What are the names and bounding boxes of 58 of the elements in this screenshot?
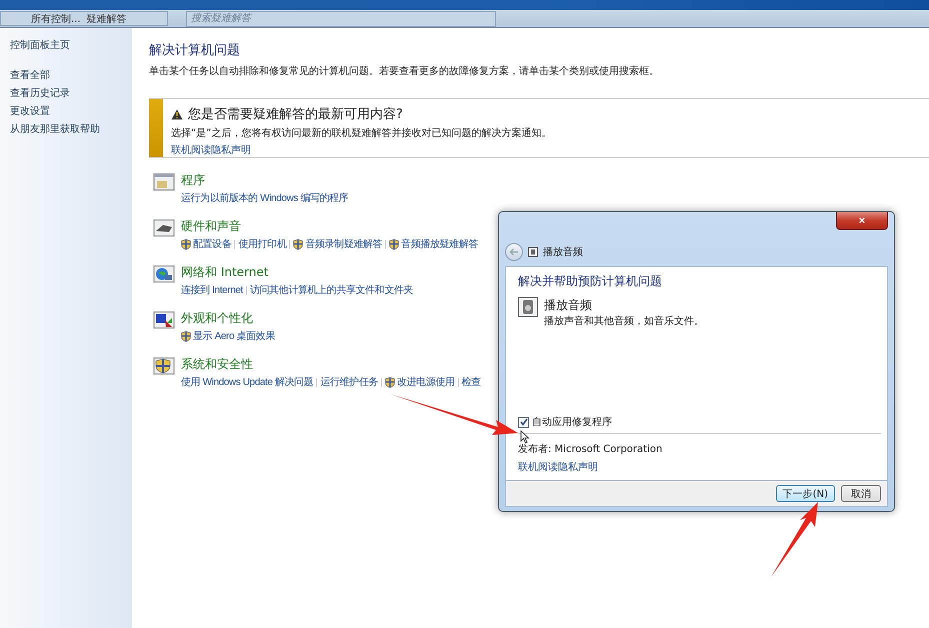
category-title[interactable]: 系统和安全性: [181, 356, 481, 373]
close-button[interactable]: ×: [836, 212, 888, 230]
security-shield-icon: [153, 356, 175, 376]
item-description: 播放声音和其他音频，如音乐文件。: [544, 314, 704, 328]
checkbox[interactable]: [518, 416, 529, 428]
task-link[interactable]: 音频录制疑难解答: [293, 237, 382, 251]
task-link[interactable]: 改进电源使用: [384, 375, 455, 389]
appearance-icon: [153, 310, 175, 330]
sidebar-link[interactable]: 控制面板主页: [10, 38, 132, 52]
cancel-button[interactable]: 取消: [841, 485, 881, 502]
warning-icon: [171, 108, 183, 120]
next-button[interactable]: 下一步(N): [776, 485, 835, 502]
shield-icon: [384, 376, 395, 388]
task-link[interactable]: 音频播放疑难解答: [389, 237, 478, 251]
shield-icon: [293, 238, 304, 250]
category-title[interactable]: 程序: [181, 172, 348, 189]
task-link[interactable]: 显示 Aero 桌面效果: [181, 329, 275, 343]
category-title[interactable]: 硬件和声音: [181, 218, 478, 235]
task-link[interactable]: 运行维护任务: [320, 375, 378, 389]
address-bar[interactable]: 所有控制... 疑难解答: [0, 11, 168, 26]
page-title: 解决计算机问题: [149, 42, 241, 59]
privacy-link[interactable]: 联机阅读隐私声明: [171, 143, 552, 157]
task-link[interactable]: 运行为以前版本的 Windows 编写的程序: [181, 191, 348, 205]
task-link[interactable]: 访问其他计算机上的共享文件和文件夹: [250, 283, 414, 297]
task-link[interactable]: 配置设备: [181, 237, 232, 251]
sidebar-link[interactable]: 更改设置: [10, 104, 132, 118]
notice-title: 您是否需要疑难解答的最新可用内容?: [188, 106, 403, 123]
item-title: 播放音频: [544, 297, 593, 314]
task-link[interactable]: 使用打印机: [238, 237, 286, 251]
notice-text: 选择“是”之后，您将有权访问最新的联机疑难解答并接收对已知问题的解决方案通知。: [171, 126, 552, 140]
sidebar-link[interactable]: 查看全部: [10, 68, 132, 82]
sidebar-link[interactable]: 从朋友那里获取帮助: [10, 122, 132, 136]
task-link[interactable]: 检查: [462, 375, 481, 389]
network-globe-icon: [153, 264, 175, 284]
program-window-icon: [153, 172, 175, 192]
speaker-icon: [528, 246, 538, 256]
publisher-text: 发布者: Microsoft Corporation: [518, 442, 664, 456]
dialog-title: 播放音频: [543, 246, 583, 258]
notice-accent-bar: [149, 99, 163, 157]
mouse-cursor-icon: [520, 430, 530, 444]
dialog-heading: 解决并帮助预防计算机问题: [518, 273, 663, 290]
breadcrumb[interactable]: 所有控制...: [31, 12, 81, 26]
checkbox-label[interactable]: 自动应用修复程序: [532, 415, 612, 429]
shield-icon: [389, 238, 400, 250]
speaker-icon: [518, 297, 538, 317]
task-link[interactable]: 连接到 Internet: [181, 283, 243, 297]
shield-icon: [181, 238, 191, 250]
breadcrumb[interactable]: 疑难解答: [86, 12, 127, 26]
privacy-link[interactable]: 联机阅读隐私声明: [518, 460, 881, 474]
task-link[interactable]: 使用 Windows Update 解决问题: [181, 375, 314, 389]
search-field[interactable]: 搜索疑难解答: [186, 10, 496, 26]
back-arrow-icon: [509, 248, 519, 256]
shield-icon: [181, 330, 191, 342]
sidebar-link[interactable]: 查看历史记录: [10, 86, 132, 100]
page-description: 单击某个任务以自动排除和修复常见的计算机问题。若要查看更多的故障修复方案，请单击某个类别或使用搜索框。: [149, 64, 660, 78]
category-title[interactable]: 网络和 Internet: [181, 264, 414, 281]
hardware-icon: [153, 218, 175, 238]
category-title[interactable]: 外观和个性化: [181, 310, 275, 327]
